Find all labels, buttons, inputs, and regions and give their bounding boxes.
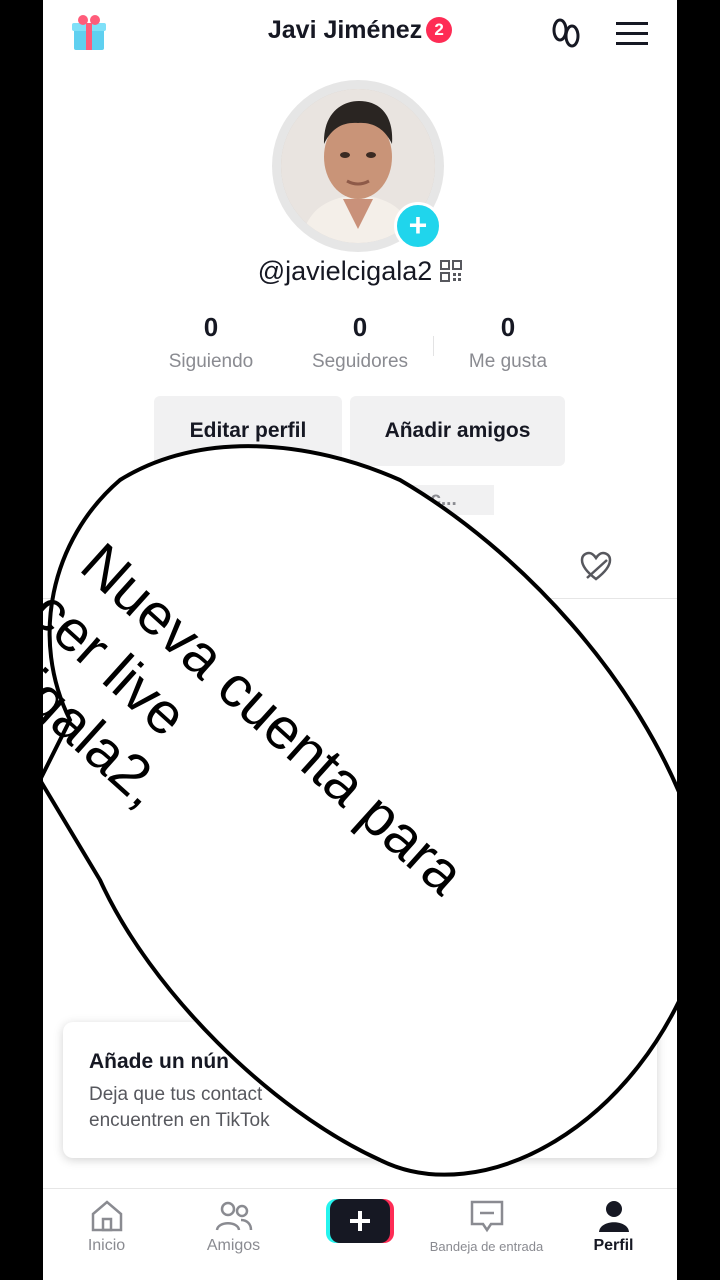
nav-label: Inicio <box>87 1237 126 1254</box>
friends-icon <box>215 1201 252 1231</box>
inbox-icon <box>470 1200 503 1233</box>
create-button[interactable] <box>326 1199 394 1243</box>
nav-label: Bandeja de entrada <box>429 1239 544 1254</box>
home-icon <box>91 1200 122 1232</box>
nav-inbox[interactable]: Bandeja de entrada <box>423 1189 550 1280</box>
nav-profile[interactable]: Perfil <box>550 1189 677 1280</box>
profile-screen: Javi Jiménez 2 + @javielcigala2 0 Siguie… <box>43 0 677 1280</box>
nav-label: Amigos <box>206 1237 261 1254</box>
profile-icon <box>598 1201 629 1232</box>
nav-friends[interactable]: Amigos <box>170 1189 297 1280</box>
nav-home[interactable]: Inicio <box>43 1189 170 1280</box>
bottom-nav: Inicio Amigos Bandeja de entrada Perfil <box>43 1188 677 1280</box>
nav-label: Perfil <box>593 1237 634 1254</box>
